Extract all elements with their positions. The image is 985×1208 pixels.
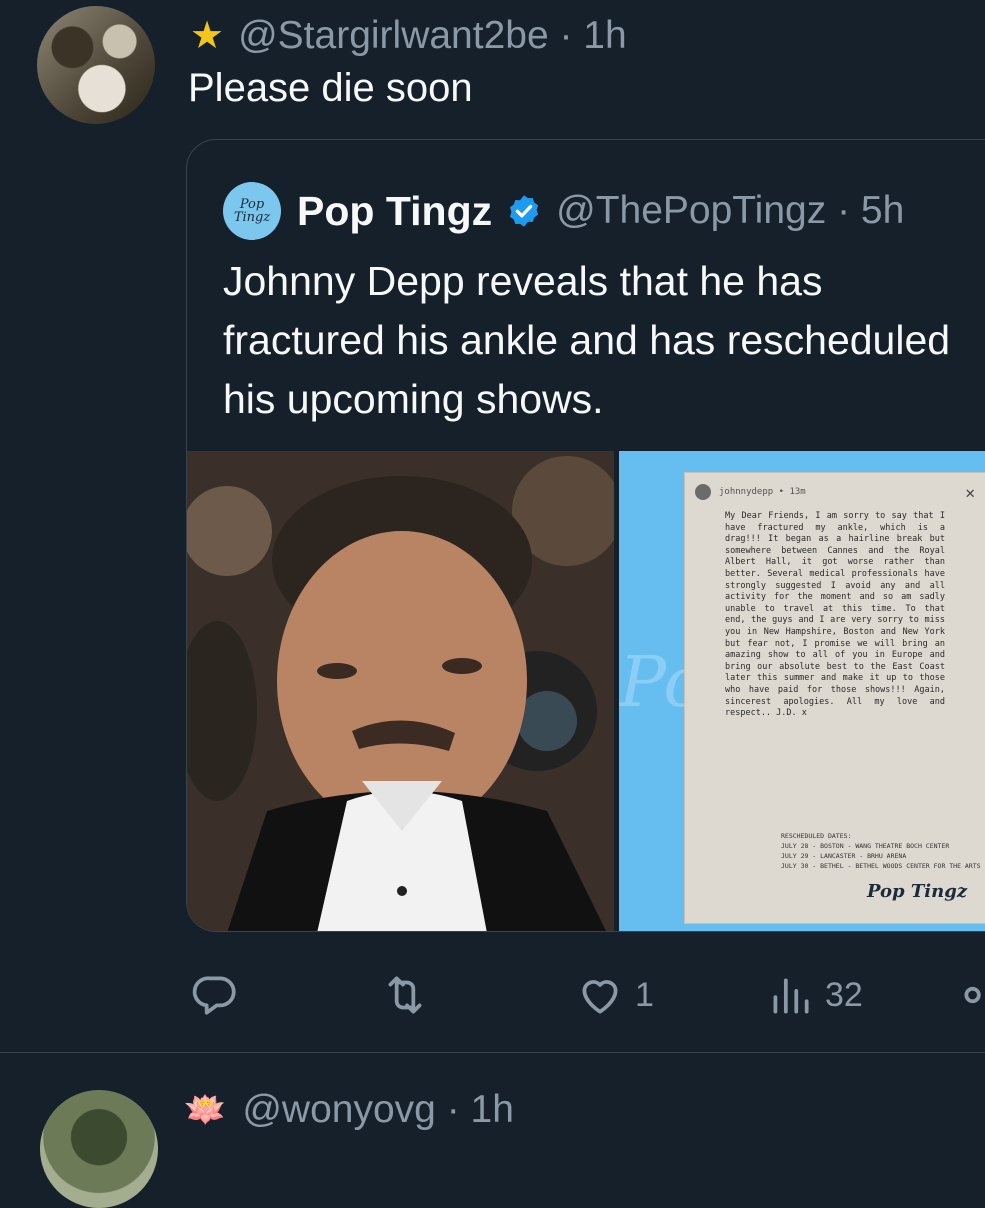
like-button[interactable]: 1 bbox=[575, 965, 654, 1025]
close-icon: ✕ bbox=[965, 482, 975, 502]
heart-icon bbox=[582, 980, 618, 1014]
rescheduled-dates: RESCHEDULED DATES: JULY 28 - BOSTON - WA… bbox=[781, 831, 981, 871]
retweet-icon bbox=[388, 976, 422, 1014]
quoted-author-handle[interactable]: @ThePopTingz · 5h bbox=[556, 189, 904, 233]
user-avatar[interactable] bbox=[37, 6, 155, 124]
tweet-action-bar: 1 32 bbox=[190, 965, 985, 1025]
next-author-handle[interactable]: @wonyovg · 1h bbox=[242, 1088, 514, 1132]
next-user-avatar[interactable] bbox=[40, 1090, 158, 1208]
share-icon bbox=[964, 986, 981, 1004]
quoted-author-avatar[interactable]: Pop Tingz bbox=[223, 182, 281, 240]
pop-tingz-logo: Pop Tingz bbox=[867, 881, 968, 902]
story-username: johnnydepp • 13m bbox=[719, 487, 806, 497]
retweet-button[interactable] bbox=[380, 965, 430, 1025]
quoted-author-name[interactable]: Pop Tingz bbox=[297, 188, 492, 235]
quoted-tweet-card[interactable]: Pop Tingz Pop Tingz @ThePopTingz · 5h Jo… bbox=[186, 139, 985, 932]
story-avatar bbox=[695, 484, 711, 500]
johnny-depp-photo[interactable] bbox=[187, 451, 614, 931]
verified-badge-icon bbox=[510, 195, 539, 227]
quoted-author-avatar-text: Pop Tingz bbox=[233, 197, 271, 225]
author-handle[interactable]: @Stargirlwant2be · 1h bbox=[238, 14, 627, 58]
views-chart-icon bbox=[773, 978, 809, 1014]
date-line: JULY 28 - BOSTON - WANG THEATRE BOCH CEN… bbox=[781, 842, 950, 850]
lotus-emoji-icon: 🪷 bbox=[184, 1091, 227, 1129]
share-button[interactable] bbox=[958, 965, 985, 1025]
reply-button[interactable] bbox=[190, 965, 240, 1025]
date-line: JULY 30 - BETHEL - BETHEL WOODS CENTER F… bbox=[781, 862, 981, 870]
tweet-divider bbox=[0, 1052, 985, 1053]
tweet-header: ★ @Stargirlwant2be · 1h bbox=[190, 10, 627, 62]
portrait-illustration bbox=[187, 451, 614, 931]
story-header: johnnydepp • 13m ✕ bbox=[695, 481, 975, 503]
date-line: JULY 29 - LANCASTER - BRHU ARENA bbox=[781, 852, 907, 860]
statement-screenshot-image[interactable]: Pop johnnydepp • 13m ✕ My Dear Friends, … bbox=[619, 451, 985, 931]
quoted-tweet-text: Johnny Depp reveals that he has fracture… bbox=[223, 258, 951, 422]
instagram-story-note: johnnydepp • 13m ✕ My Dear Friends, I am… bbox=[685, 473, 985, 923]
views-count: 32 bbox=[825, 975, 863, 1014]
views-button[interactable]: 32 bbox=[765, 965, 863, 1025]
like-count: 1 bbox=[635, 975, 654, 1014]
dates-title: RESCHEDULED DATES: bbox=[781, 832, 852, 840]
star-icon: ★ bbox=[190, 15, 225, 57]
statement-text: My Dear Friends, I am sorry to say that … bbox=[725, 511, 951, 719]
tweet-text: Please die soon bbox=[188, 66, 473, 110]
reply-icon bbox=[192, 976, 236, 1015]
quoted-tweet-header: Pop Tingz @ThePopTingz · 5h bbox=[297, 178, 904, 244]
